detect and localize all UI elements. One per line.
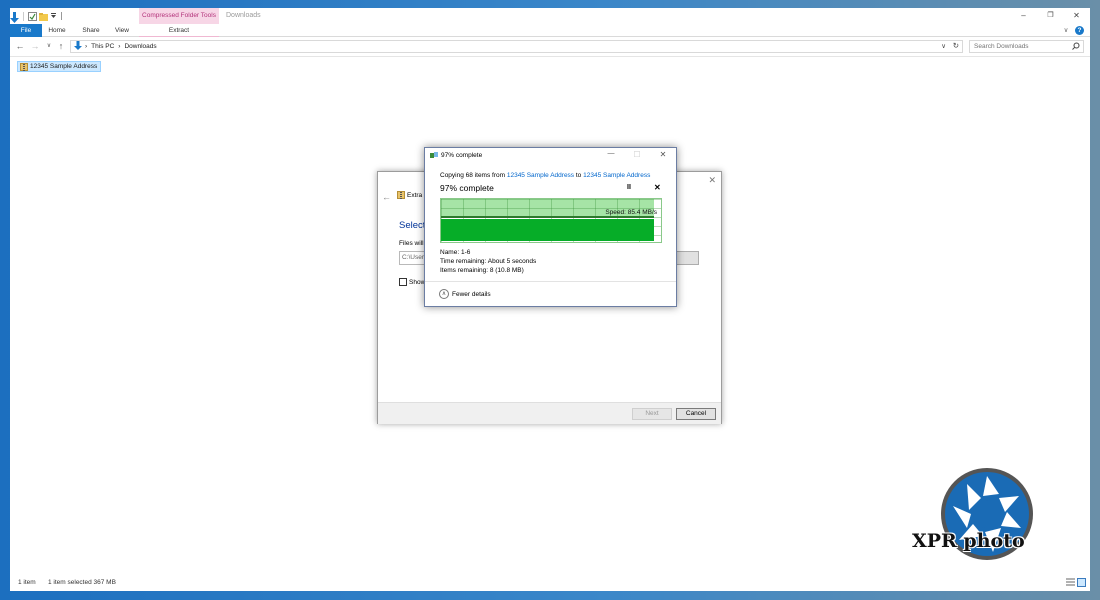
- xpr-photo-watermark: XPR photo: [912, 466, 1062, 566]
- details-view-icon[interactable]: [1066, 578, 1075, 589]
- ribbon-tabs: File Home Share View Extract ∨ ?: [10, 24, 1090, 37]
- address-bar[interactable]: › This PC › Downloads ∨ ↻: [70, 40, 963, 53]
- copy-to-word: to: [574, 172, 584, 179]
- search-input[interactable]: [969, 40, 1084, 53]
- recent-locations-chevron-icon[interactable]: ∨: [43, 38, 55, 55]
- address-row: ← → ∨ ↑ › This PC › Downloads ∨ ↻: [10, 38, 1090, 55]
- copy-description: Copying 68 items from 12345 Sample Addre…: [440, 172, 650, 179]
- search-icon[interactable]: [1072, 42, 1080, 52]
- restore-button[interactable]: ❐: [1037, 8, 1064, 24]
- pause-button[interactable]: II: [627, 184, 631, 191]
- item-count: 1 item: [18, 579, 36, 586]
- wizard-back-arrow-icon[interactable]: ←: [382, 192, 391, 202]
- breadcrumb-separator: ›: [85, 43, 88, 50]
- divider: [425, 281, 676, 282]
- wizard-title: Extra: [407, 191, 423, 199]
- forward-arrow-icon[interactable]: →: [29, 38, 41, 55]
- show-files-checkbox[interactable]: [399, 278, 407, 286]
- destination-label: Files will: [399, 240, 424, 247]
- up-arrow-icon[interactable]: ↑: [55, 38, 67, 55]
- breadcrumb-this-pc[interactable]: This PC: [91, 43, 114, 50]
- zip-folder-icon: [20, 62, 28, 71]
- properties-icon[interactable]: [28, 11, 37, 21]
- quick-access-toolbar: [10, 8, 62, 24]
- copy-progress-dialog: 97% complete — ☐ ✕ Copying 68 items from…: [424, 147, 677, 307]
- tab-extract[interactable]: Extract: [139, 24, 219, 37]
- help-icon[interactable]: ?: [1075, 26, 1084, 35]
- title-bar: Compressed Folder Tools Downloads – ❐ ✕: [10, 8, 1090, 24]
- customize-toolbar-icon[interactable]: [50, 12, 59, 21]
- progress-close-button[interactable]: ✕: [657, 150, 669, 159]
- compressed-folder-tools-header: Compressed Folder Tools: [139, 8, 219, 24]
- tab-file[interactable]: File: [10, 24, 42, 37]
- wizard-heading: Select: [399, 220, 426, 231]
- wizard-footer: Next Cancel: [378, 402, 721, 424]
- copy-files-icon: [430, 152, 438, 159]
- show-files-label: Show: [409, 278, 426, 286]
- fewer-details-label: Fewer details: [452, 290, 491, 298]
- progress-minimize-button[interactable]: —: [605, 150, 617, 157]
- show-files-checkbox-row[interactable]: Show: [399, 278, 425, 286]
- copy-prefix: Copying 68 items from: [440, 172, 507, 179]
- zip-folder-icon: [397, 191, 405, 199]
- stop-button[interactable]: ✕: [654, 183, 661, 192]
- window-title: Downloads: [226, 12, 261, 19]
- progress-title-row: 97% complete: [430, 152, 482, 159]
- new-folder-icon[interactable]: [39, 12, 48, 21]
- refresh-icon[interactable]: ↻: [953, 41, 959, 50]
- next-button[interactable]: Next: [632, 408, 672, 420]
- speed-line: [441, 216, 655, 218]
- separator: [23, 11, 24, 21]
- downloads-folder-icon: [74, 41, 82, 52]
- cancel-button[interactable]: Cancel: [676, 408, 716, 420]
- tab-share[interactable]: Share: [76, 24, 106, 37]
- destination-link[interactable]: 12345 Sample Address: [583, 172, 650, 179]
- explorer-down-arrow-icon[interactable]: [10, 11, 19, 23]
- separator: [61, 12, 62, 20]
- progress-maximize-button: ☐: [633, 150, 641, 159]
- progress-window-title: 97% complete: [441, 152, 483, 159]
- time-remaining: Time remaining: About 5 seconds: [440, 258, 537, 265]
- breadcrumb-separator: ›: [118, 43, 121, 50]
- ribbon-collapse-chevron-icon[interactable]: ∨: [1060, 24, 1072, 37]
- chevron-up-icon: ∧: [439, 289, 449, 299]
- address-dropdown-chevron-icon[interactable]: ∨: [941, 42, 946, 50]
- file-name: 12345 Sample Address: [30, 63, 98, 70]
- wizard-close-button[interactable]: ✕: [708, 175, 716, 186]
- transfer-speed-graph: Speed: 85.4 MB/s: [440, 198, 662, 243]
- wizard-title-row: Extra: [397, 191, 422, 199]
- tab-view[interactable]: View: [108, 24, 136, 37]
- source-link[interactable]: 12345 Sample Address: [507, 172, 574, 179]
- back-arrow-icon[interactable]: ←: [14, 38, 26, 55]
- percent-complete: 97% complete: [440, 183, 494, 193]
- status-bar: 1 item 1 item selected 367 MB: [10, 576, 1090, 591]
- fewer-details-toggle[interactable]: ∧ Fewer details: [439, 289, 491, 299]
- list-item[interactable]: 12345 Sample Address: [17, 61, 102, 72]
- current-file-name: Name: 1-6: [440, 249, 471, 256]
- watermark-text: XPR photo: [912, 530, 1025, 552]
- minimize-button[interactable]: –: [1010, 8, 1037, 24]
- progress-bar-fill: [441, 219, 655, 241]
- items-remaining: Items remaining: 8 (10.8 MB): [440, 267, 524, 274]
- breadcrumb-downloads[interactable]: Downloads: [124, 43, 156, 50]
- tab-home[interactable]: Home: [42, 24, 72, 37]
- selection-info: 1 item selected 367 MB: [48, 579, 116, 586]
- close-button[interactable]: ✕: [1063, 8, 1090, 24]
- speed-readout: Speed: 85.4 MB/s: [605, 209, 657, 216]
- large-icons-view-icon[interactable]: [1077, 578, 1086, 589]
